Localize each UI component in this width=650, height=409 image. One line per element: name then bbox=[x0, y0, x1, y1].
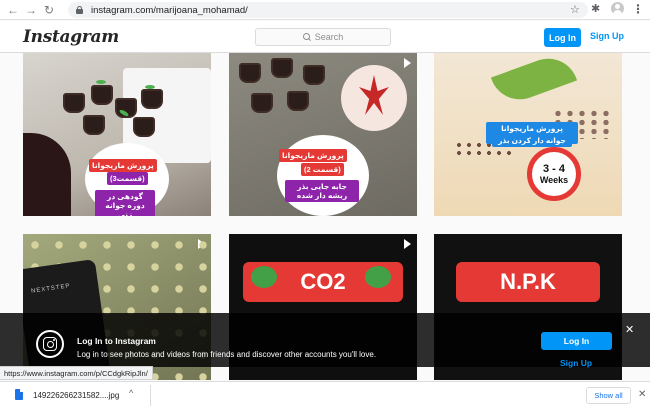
seedling-pot bbox=[91, 85, 113, 105]
leaf-shape bbox=[96, 80, 106, 84]
weeks-badge: 3 - 4 Weeks bbox=[527, 147, 581, 201]
video-play-icon bbox=[404, 58, 411, 68]
post-tile[interactable]: پرورش ماریجوانا قسمت 1 جوانه دار کردن بذ… bbox=[434, 53, 622, 216]
post-tile[interactable]: پرورش ماریجوانا (قسمت 2) جابه جایی بذر ر… bbox=[229, 53, 417, 216]
seedling-pot bbox=[141, 89, 163, 109]
search-icon bbox=[302, 33, 311, 41]
video-play-icon bbox=[404, 239, 411, 249]
login-banner-subtitle: Log in to see photos and videos from fri… bbox=[77, 350, 377, 359]
login-banner: Log In to Instagram Log in to see photos… bbox=[0, 313, 650, 368]
address-bar[interactable]: instagram.com/marijoana_mohamad/ bbox=[68, 2, 588, 18]
seedling-pot bbox=[287, 91, 309, 111]
bookmark-star-icon[interactable]: ☆ bbox=[570, 3, 580, 16]
post-caption-body: جوانه دار کردن بذر bbox=[492, 135, 572, 147]
banner-login-button[interactable]: Log In bbox=[541, 332, 612, 350]
bacteria-graphic bbox=[251, 266, 277, 288]
post-caption-title: پرورش ماریجوانا bbox=[89, 159, 157, 172]
browser-toolbar: ← → ↻ instagram.com/marijoana_mohamad/ ☆… bbox=[0, 0, 650, 20]
header-signup-link[interactable]: Sign Up bbox=[590, 31, 624, 41]
close-icon[interactable]: ✕ bbox=[638, 389, 646, 400]
seed-packet-graphic bbox=[490, 53, 578, 108]
chevron-up-icon[interactable]: ^ bbox=[129, 388, 133, 398]
seedling-pot bbox=[239, 63, 261, 83]
post-caption-part: (قسمت 2) bbox=[301, 163, 344, 176]
banner-signup-link[interactable]: Sign Up bbox=[560, 358, 592, 368]
dark-jar-image bbox=[23, 133, 71, 216]
extensions-icon[interactable]: ✱ bbox=[591, 3, 603, 15]
close-icon[interactable]: ✕ bbox=[625, 323, 634, 336]
search-placeholder: Search bbox=[314, 32, 344, 42]
address-bar-url: instagram.com/marijoana_mohamad/ bbox=[91, 4, 248, 16]
seedling-pot bbox=[133, 117, 155, 137]
instagram-logo[interactable]: Instagram bbox=[23, 27, 119, 47]
seedling-pot bbox=[251, 93, 273, 113]
seedling-pot bbox=[303, 65, 325, 85]
show-all-button[interactable]: Show all bbox=[586, 387, 631, 404]
back-icon[interactable]: ← bbox=[4, 1, 22, 19]
post-caption-body: جابه جایی بذر ریشه دار شده bbox=[285, 180, 359, 202]
search-input[interactable]: Search bbox=[255, 28, 391, 46]
download-filename[interactable]: 149226266231582....jpg bbox=[33, 391, 119, 400]
post-headline: N.P.K bbox=[456, 262, 600, 302]
instagram-camera-icon bbox=[36, 330, 64, 358]
weeks-badge-unit: Weeks bbox=[539, 175, 569, 185]
divider bbox=[150, 385, 151, 406]
browser-menu-icon[interactable]: ⋮ bbox=[632, 3, 644, 15]
status-bar-url: https://www.instagram.com/p/CCdgkRipJln/ bbox=[0, 366, 153, 380]
downloads-bar: 149226266231582....jpg ^ Show all ✕ bbox=[0, 381, 650, 409]
weeks-badge-range: 3 - 4 bbox=[542, 163, 565, 175]
post-caption-title: پرورش ماریجوانا bbox=[279, 149, 347, 162]
seedling-pot bbox=[63, 93, 85, 113]
post-tile[interactable]: پرورش ماریجوانا (قسمت3) گودهی در دوره جو… bbox=[23, 53, 211, 216]
leaf-shape bbox=[145, 85, 155, 89]
login-banner-title: Log In to Instagram bbox=[77, 336, 156, 346]
bacteria-graphic bbox=[365, 266, 391, 288]
reload-icon[interactable]: ↻ bbox=[40, 1, 58, 19]
seedling-pot bbox=[271, 58, 293, 78]
post-caption-part: (قسمت3) bbox=[107, 172, 148, 185]
profile-avatar-icon[interactable] bbox=[611, 2, 624, 15]
forward-icon[interactable]: → bbox=[22, 1, 40, 19]
lock-icon bbox=[76, 6, 83, 14]
header-login-button[interactable]: Log In bbox=[544, 28, 581, 47]
post-caption-body: گودهی در دوره جوانه زنی bbox=[95, 190, 155, 216]
seedling-pot bbox=[83, 115, 105, 135]
instagram-header: Instagram Search Log In Sign Up bbox=[0, 21, 650, 53]
image-file-icon bbox=[15, 389, 23, 400]
